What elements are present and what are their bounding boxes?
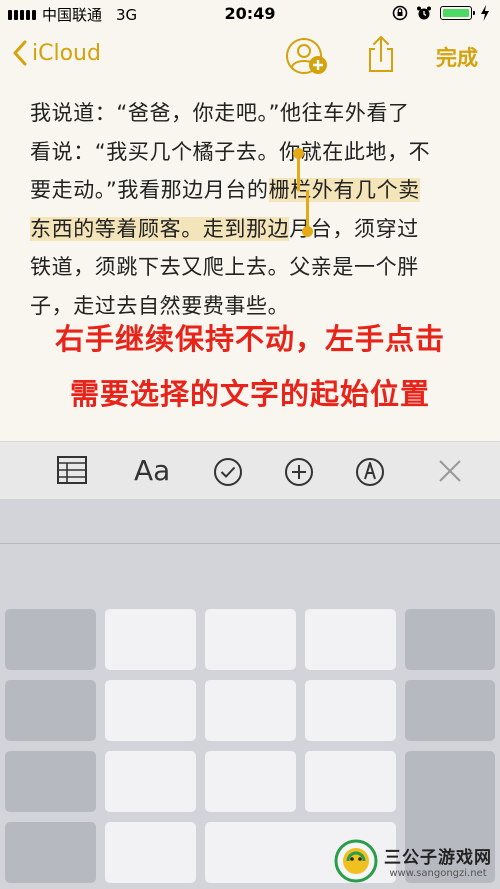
back-button[interactable]: iCloud — [12, 40, 101, 66]
keyboard-key[interactable] — [5, 609, 96, 670]
instruction-line-2: 需要选择的文字的起始位置 — [69, 377, 430, 411]
keyboard-key[interactable] — [305, 609, 396, 670]
keyboard-key[interactable] — [305, 680, 396, 741]
keyboard-key[interactable] — [205, 609, 296, 670]
watermark-url: www.sangongzi.net — [389, 868, 487, 879]
keyboard-key[interactable] — [5, 751, 96, 812]
note-line: 看说：“我买几个橘子去。你就在此地，不 — [30, 139, 431, 164]
battery-icon — [440, 6, 475, 20]
watermark: 三公子游戏网 www.sangongzi.net — [334, 839, 492, 883]
selection-start-stem — [297, 155, 300, 191]
format-toolbar: Aa — [0, 441, 500, 500]
note-body[interactable]: 我说道：“爸爸，你走吧。”他往车外看了 看说：“我买几个橘子去。你就在此地，不 … — [30, 94, 475, 325]
watermark-text: 三公子游戏网 www.sangongzi.net — [384, 843, 492, 879]
keyboard-key[interactable] — [105, 751, 196, 812]
keyboard-key[interactable] — [5, 822, 96, 883]
alarm-icon — [417, 6, 431, 20]
keyboard-key[interactable] — [405, 609, 495, 670]
note-line: 铁道，须跳下去又爬上去。父亲是一个胖 — [30, 255, 419, 279]
table-icon[interactable] — [57, 456, 87, 484]
close-icon[interactable] — [438, 459, 462, 483]
note-line: 东西的等着顾客。走到那边月台，须穿过 — [30, 210, 475, 249]
done-button[interactable]: 完成 — [436, 42, 478, 72]
markup-icon[interactable] — [355, 457, 385, 487]
chevron-left-icon — [13, 40, 27, 66]
keyboard: 三公子游戏网 www.sangongzi.net — [0, 499, 500, 889]
keyboard-key[interactable] — [205, 680, 296, 741]
checklist-icon[interactable] — [213, 457, 243, 487]
instruction-line-1: 右手继续保持不动，左手点击 — [54, 322, 445, 356]
share-icon[interactable] — [366, 34, 396, 74]
add-person-icon[interactable] — [284, 36, 330, 78]
back-label: iCloud — [32, 40, 101, 66]
keyboard-key[interactable] — [405, 680, 495, 741]
selected-text[interactable]: 栅栏外有几个卖 — [268, 178, 420, 202]
keyboard-key[interactable] — [105, 609, 196, 670]
keyboard-key[interactable] — [5, 680, 96, 741]
text-format-icon[interactable]: Aa — [134, 454, 170, 487]
orientation-lock-icon — [392, 5, 408, 21]
keyboard-key[interactable] — [105, 822, 196, 883]
selection-end-stem — [306, 190, 309, 228]
note-line: 我说道：“爸爸，你走吧。”他往车外看了 — [30, 101, 410, 125]
nav-bar: iCloud 完成 — [0, 32, 500, 82]
selected-text[interactable]: 东西的等着顾客。走到那边 — [30, 216, 290, 241]
insert-icon[interactable] — [284, 457, 314, 487]
watermark-logo-icon — [334, 839, 378, 883]
status-bar: 中国联通 3G 20:49 — [0, 0, 500, 28]
suggestion-bar — [0, 499, 500, 544]
note-text-span: 要走动。”我看那边月台的 — [30, 178, 269, 202]
selection-end-handle[interactable] — [302, 226, 313, 237]
charging-icon — [481, 5, 489, 21]
status-right — [392, 5, 490, 21]
keyboard-key[interactable] — [305, 751, 396, 812]
note-line: 要走动。”我看那边月台的栅栏外有几个卖 — [30, 171, 475, 210]
watermark-title: 三公子游戏网 — [384, 848, 492, 868]
keyboard-key[interactable] — [205, 751, 296, 812]
keyboard-key[interactable] — [105, 680, 196, 741]
